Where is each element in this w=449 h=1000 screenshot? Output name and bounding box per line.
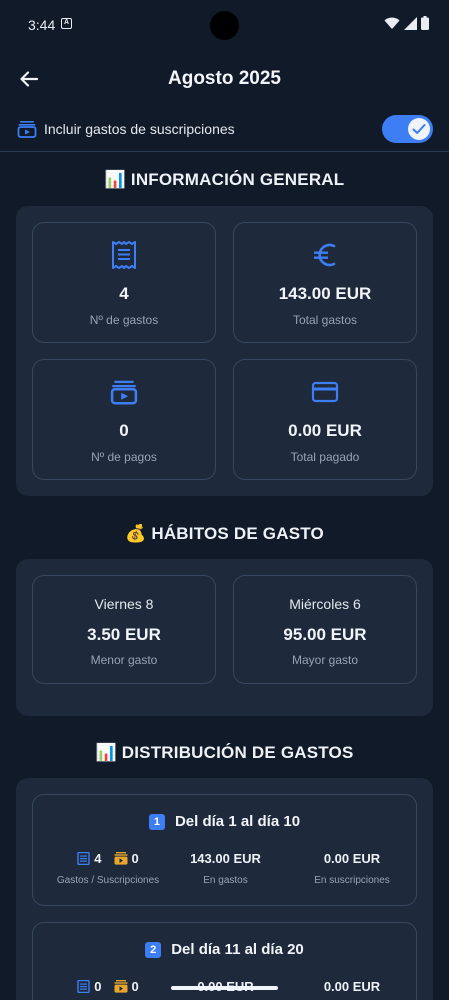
battery-icon <box>421 16 429 30</box>
subscriptions-icon <box>17 119 37 144</box>
range-title-text: Del día 11 al día 20 <box>171 941 304 958</box>
highest-expense-value: 95.00 EUR <box>283 625 367 644</box>
range-title-text: Del día 1 al día 10 <box>174 813 301 830</box>
status-icons <box>384 16 429 30</box>
receipt-icon <box>33 241 215 269</box>
range-card: 1 Del día 1 al día 10 4 0 Gastos / Suscr… <box>32 794 417 906</box>
range-title: 2 Del día 11 al día 20 <box>33 941 416 958</box>
counts-column: 4 0 Gastos / Suscripciones <box>33 851 183 886</box>
expenses-count: 0 <box>94 979 102 994</box>
total-expenses-label: Total gastos <box>292 313 358 327</box>
a-notification-icon: A <box>61 18 72 29</box>
distribution-panel: 1 Del día 1 al día 10 4 0 Gastos / Suscr… <box>16 778 433 1000</box>
subscriptions-icon <box>33 378 215 406</box>
receipt-icon <box>77 980 90 993</box>
credit-card-icon <box>234 378 416 406</box>
lowest-expense-day: Viernes 8 <box>94 596 154 612</box>
payments-count-card: 0 Nº de pagos <box>32 359 216 480</box>
subscriptions-count: 0 <box>131 851 139 866</box>
lowest-expense-card: Viernes 8 3.50 EUR Menor gasto <box>32 575 216 684</box>
subscriptions-count: 0 <box>131 979 139 994</box>
counts-label: Gastos / Suscripciones <box>56 875 160 886</box>
euro-icon <box>234 241 416 269</box>
total-paid-card: 0.00 EUR Total pagado <box>233 359 417 480</box>
distribution-section-title: 📊 DISTRIBUCIÓN DE GASTOS <box>95 743 354 762</box>
subscriptions-total: 0.00 EUR <box>323 851 381 866</box>
highest-expense-card: Miércoles 6 95.00 EUR Mayor gasto <box>233 575 417 684</box>
include-subscriptions-label: Incluir gastos de suscripciones <box>44 121 235 137</box>
expenses-count-value: 4 <box>119 284 129 303</box>
subscriptions-total: 0.00 EUR <box>323 979 381 994</box>
status-time: 3:44 <box>28 17 56 33</box>
expenses-total-column: 143.00 EUR En gastos <box>173 851 278 886</box>
number-1-icon: 1 <box>148 813 165 830</box>
lowest-expense-value: 3.50 EUR <box>87 625 161 644</box>
status-bar: 3:44 A <box>0 0 449 50</box>
include-subscriptions-row[interactable]: Incluir gastos de suscripciones <box>0 108 449 152</box>
payments-count-value: 0 <box>119 421 129 440</box>
total-expenses-card: 143.00 EUR Total gastos <box>233 222 417 343</box>
total-paid-label: Total pagado <box>290 450 360 464</box>
subscriptions-total-label: En suscripciones <box>314 875 390 886</box>
switch-knob <box>408 118 430 140</box>
habits-panel: Viernes 8 3.50 EUR Menor gasto Miércoles… <box>16 559 433 716</box>
general-section-title: 📊 INFORMACIÓN GENERAL <box>104 170 345 189</box>
camera-cutout <box>210 11 239 40</box>
subscriptions-icon <box>114 852 128 865</box>
include-subscriptions-switch[interactable] <box>382 115 433 143</box>
number-2-icon: 2 <box>145 941 162 958</box>
total-expenses-value: 143.00 EUR <box>278 284 372 303</box>
receipt-icon <box>77 852 90 865</box>
subscriptions-icon <box>114 980 128 993</box>
habits-section-title: 💰 HÁBITOS DE GASTO <box>125 524 324 543</box>
page-title: Agosto 2025 <box>168 68 281 89</box>
app-header: Agosto 2025 <box>0 56 449 102</box>
expenses-total: 143.00 EUR <box>190 851 261 866</box>
home-indicator[interactable] <box>171 986 278 990</box>
highest-expense-label: Mayor gasto <box>291 653 359 667</box>
general-panel: 4 Nº de gastos 143.00 EUR Total gastos 0… <box>16 206 433 496</box>
total-paid-value: 0.00 EUR <box>288 421 362 440</box>
subscriptions-total-column: 0.00 EUR En suscripciones <box>288 851 416 886</box>
payments-count-label: Nº de pagos <box>91 450 157 464</box>
screen: 3:44 A Agosto 2025 Incluir gastos de sus… <box>0 0 449 1000</box>
expenses-count: 4 <box>94 851 102 866</box>
expenses-count-card: 4 Nº de gastos <box>32 222 216 343</box>
wifi-icon <box>384 17 400 29</box>
subscriptions-total-column: 0.00 EUR <box>288 979 416 994</box>
signal-icon <box>404 16 417 30</box>
range-title: 1 Del día 1 al día 10 <box>33 813 416 830</box>
expenses-total-label: En gastos <box>203 875 248 886</box>
highest-expense-day: Miércoles 6 <box>289 596 361 612</box>
expenses-count-label: Nº de gastos <box>89 313 159 327</box>
lowest-expense-label: Menor gasto <box>90 653 158 667</box>
counts-column: 0 0 <box>33 979 183 994</box>
check-icon <box>412 124 426 134</box>
